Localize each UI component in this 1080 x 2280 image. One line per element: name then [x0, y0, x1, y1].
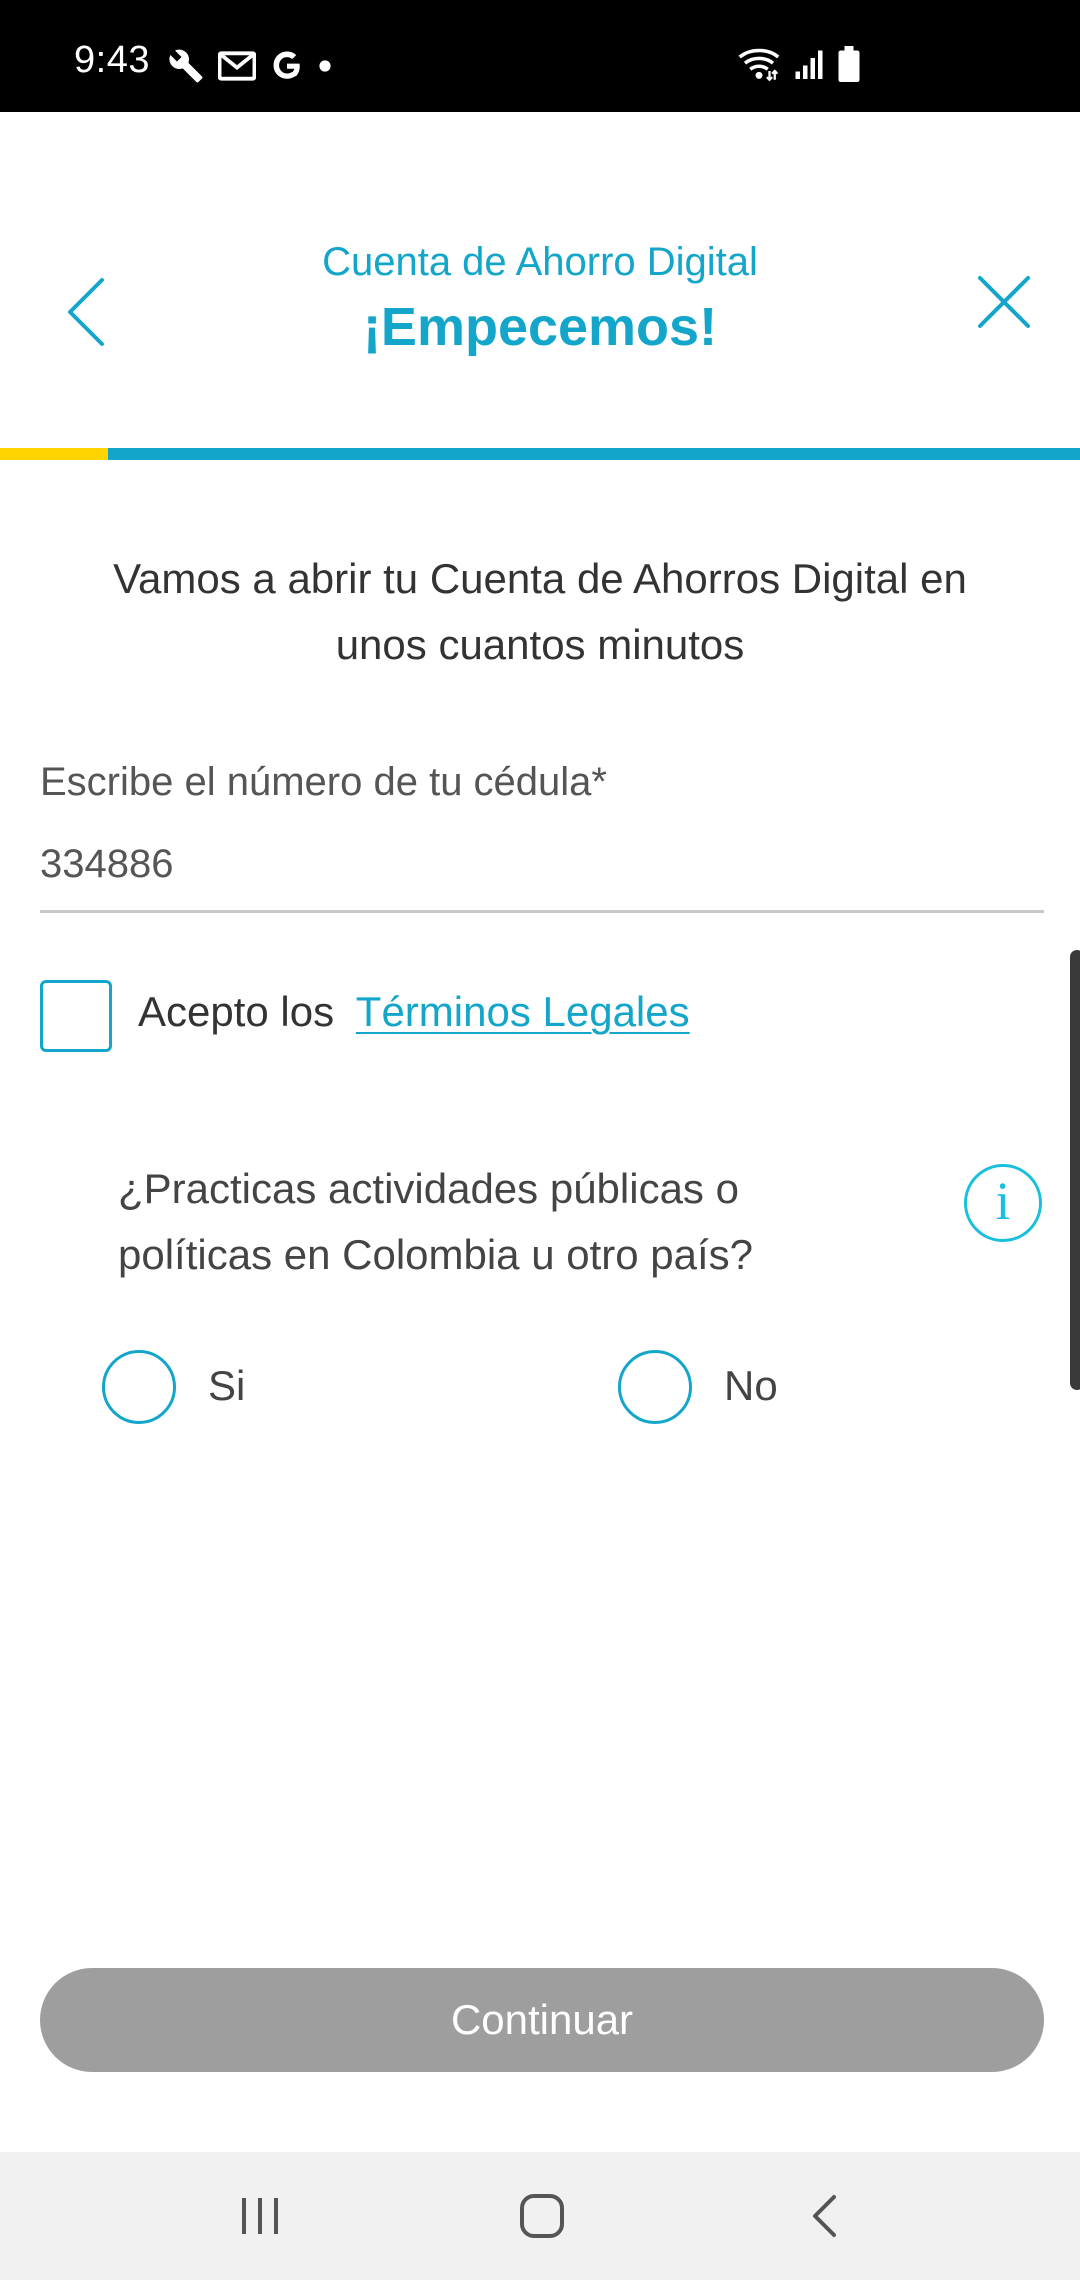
continue-button[interactable]: Continuar	[40, 1968, 1044, 2072]
status-icons-left	[168, 46, 332, 86]
gmail-icon	[218, 51, 256, 81]
radio-si-label[interactable]: Si	[208, 1362, 245, 1410]
wifi-icon	[738, 48, 780, 82]
pep-question: ¿Practicas actividades públicas o políti…	[118, 1165, 754, 1278]
radio-si[interactable]	[102, 1350, 176, 1424]
home-button[interactable]	[462, 2152, 622, 2280]
radio-no-label[interactable]: No	[724, 1362, 778, 1410]
header-subtitle: Cuenta de Ahorro Digital	[322, 240, 758, 284]
recent-apps-button[interactable]	[180, 2152, 340, 2280]
terms-link[interactable]: Términos Legales	[356, 988, 690, 1035]
close-button[interactable]	[970, 268, 1038, 336]
id-number-input[interactable]	[40, 842, 1044, 887]
battery-icon	[838, 46, 860, 82]
scrollbar[interactable]	[1070, 950, 1080, 1390]
intro-text: Vamos a abrir tu Cuenta de Ahorros Digit…	[113, 555, 967, 668]
status-time: 9:43	[74, 39, 150, 81]
id-field-label: Escribe el número de tu cédula*	[40, 760, 607, 804]
progress-bar	[0, 448, 1080, 460]
dot-icon	[319, 60, 331, 72]
status-icons-right	[738, 44, 860, 84]
google-icon	[273, 51, 300, 79]
close-icon	[978, 276, 1030, 328]
progress-fill	[0, 448, 108, 460]
header: Cuenta de Ahorro Digital ¡Empecemos!	[0, 112, 1080, 448]
signal-icon	[795, 50, 823, 79]
back-icon	[813, 2195, 836, 2237]
navigation-bar	[0, 2152, 1080, 2280]
terms-prefix: Acepto los	[138, 988, 335, 1035]
status-bar: 9:43	[0, 0, 1080, 112]
info-icon: i	[995, 1171, 1011, 1231]
radio-no[interactable]	[618, 1350, 692, 1424]
page-title: ¡Empecemos!	[362, 297, 718, 357]
terms-checkbox[interactable]	[40, 980, 112, 1052]
info-button[interactable]: i	[964, 1164, 1042, 1242]
back-nav-button[interactable]	[744, 2152, 904, 2280]
id-field-underline	[40, 910, 1044, 913]
wrench-icon	[169, 49, 203, 83]
recent-apps-icon	[242, 2198, 278, 2234]
terms-text: Acepto los Términos Legales	[138, 988, 690, 1036]
home-icon	[520, 2194, 564, 2238]
